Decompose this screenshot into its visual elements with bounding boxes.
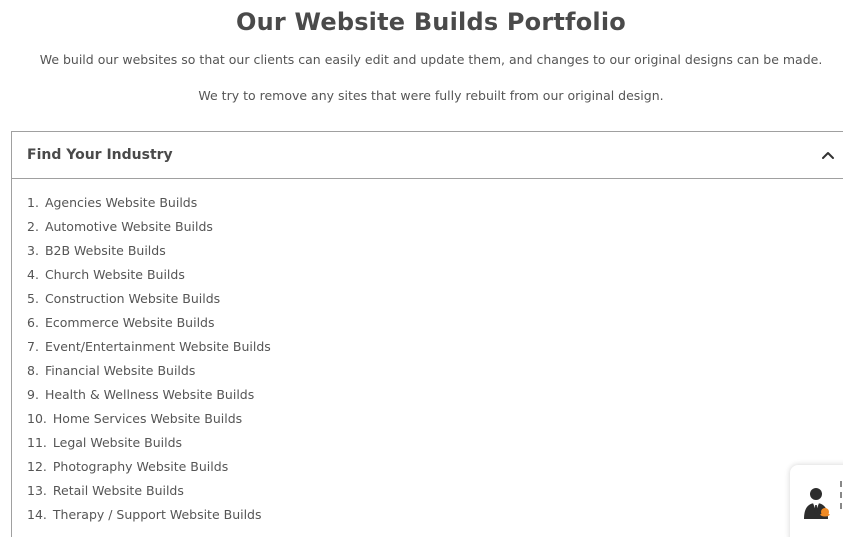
list-item[interactable]: 8. Financial Website Builds — [27, 361, 271, 385]
list-item[interactable]: 10. Home Services Website Builds — [27, 409, 271, 433]
industry-link[interactable]: Legal Website Builds — [53, 435, 182, 450]
industry-link[interactable]: Therapy / Support Website Builds — [53, 507, 262, 522]
item-number: 11. — [27, 435, 47, 450]
item-number: 8. — [27, 363, 39, 378]
list-item[interactable]: 1. Agencies Website Builds — [27, 193, 271, 217]
list-item[interactable]: 14. Therapy / Support Website Builds — [27, 505, 271, 529]
industry-link[interactable]: Event/Entertainment Website Builds — [45, 339, 271, 354]
chevron-up-icon[interactable] — [820, 147, 836, 163]
item-number: 9. — [27, 387, 39, 402]
item-number: 12. — [27, 459, 47, 474]
industry-link[interactable]: Photography Website Builds — [53, 459, 228, 474]
item-number: 3. — [27, 243, 39, 258]
industry-link[interactable]: Construction Website Builds — [45, 291, 220, 306]
item-number: 2. — [27, 219, 39, 234]
list-item[interactable]: 12. Photography Website Builds — [27, 457, 271, 481]
industry-accordion: Find Your Industry 1. Agencies Website Bu… — [11, 131, 843, 537]
list-item[interactable]: 11. Legal Website Builds — [27, 433, 271, 457]
list-item[interactable]: 4. Church Website Builds — [27, 265, 271, 289]
page: Our Website Builds Portfolio We build ou… — [0, 0, 843, 537]
item-number: 5. — [27, 291, 39, 306]
intro-note: We try to remove any sites that were ful… — [198, 88, 664, 103]
list-item[interactable]: 9. Health & Wellness Website Builds — [27, 385, 271, 409]
item-number: 1. — [27, 195, 39, 210]
item-number: 13. — [27, 483, 47, 498]
accordion-header[interactable]: Find Your Industry — [12, 132, 843, 179]
list-item[interactable]: 7. Event/Entertainment Website Builds — [27, 337, 271, 361]
industry-link[interactable]: Health & Wellness Website Builds — [45, 387, 254, 402]
industry-link[interactable]: Automotive Website Builds — [45, 219, 213, 234]
industry-list: 1. Agencies Website Builds 2. Automotive W… — [27, 193, 271, 529]
industry-link[interactable]: Home Services Website Builds — [53, 411, 242, 426]
industry-link[interactable]: Financial Website Builds — [45, 363, 195, 378]
item-number: 14. — [27, 507, 47, 522]
support-agent-icon — [804, 488, 830, 519]
item-number: 7. — [27, 339, 39, 354]
list-item[interactable]: 5. Construction Website Builds — [27, 289, 271, 313]
list-item[interactable]: 13. Retail Website Builds — [27, 481, 271, 505]
industry-link[interactable]: Agencies Website Builds — [45, 195, 197, 210]
list-item[interactable]: 6. Ecommerce Website Builds — [27, 313, 271, 337]
accordion-title: Find Your Industry — [27, 147, 173, 163]
page-title: Our Website Builds Portfolio — [236, 8, 626, 36]
intro-text: We build our websites so that our client… — [39, 52, 823, 67]
industry-link[interactable]: Church Website Builds — [45, 267, 185, 282]
chat-widget-button[interactable] — [790, 465, 843, 537]
item-number: 4. — [27, 267, 39, 282]
industry-link[interactable]: Ecommerce Website Builds — [45, 315, 215, 330]
industry-link[interactable]: Retail Website Builds — [53, 483, 184, 498]
industry-link[interactable]: B2B Website Builds — [45, 243, 166, 258]
list-item[interactable]: 2. Automotive Website Builds — [27, 217, 271, 241]
item-number: 10. — [27, 411, 47, 426]
item-number: 6. — [27, 315, 39, 330]
list-item[interactable]: 3. B2B Website Builds — [27, 241, 271, 265]
